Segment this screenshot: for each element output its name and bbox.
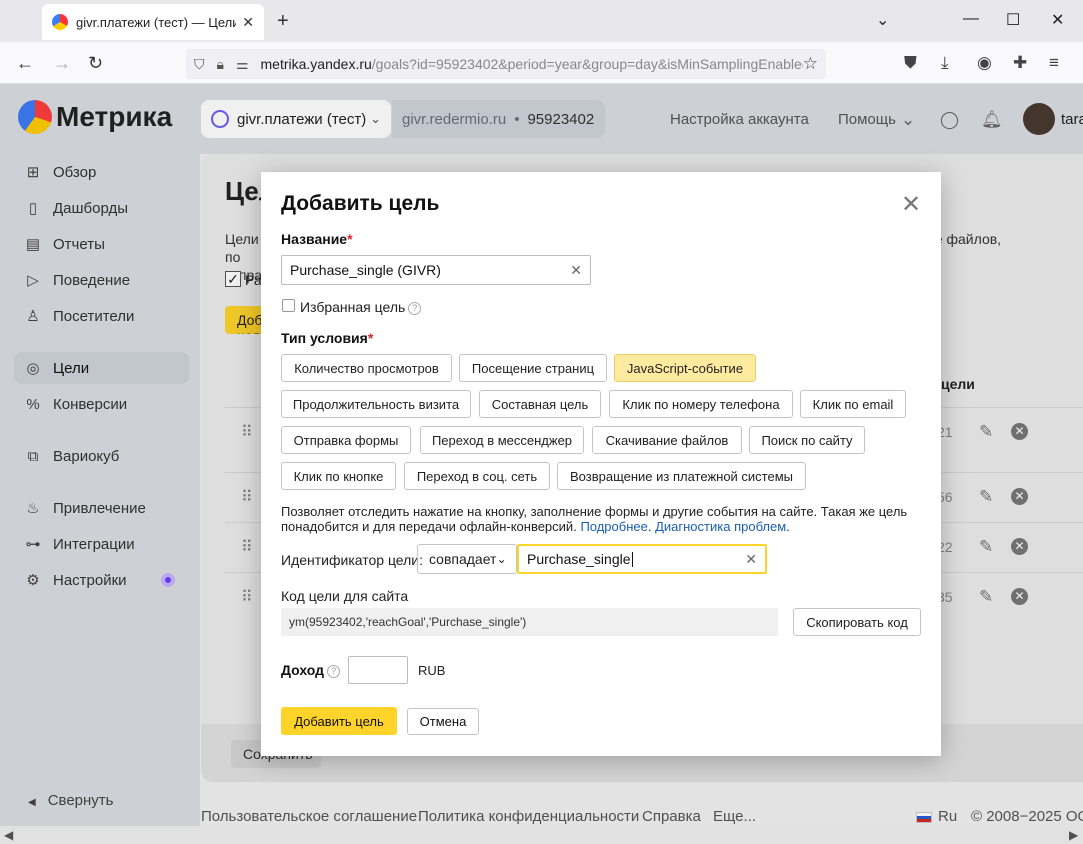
add-goal-dialog: Добавить цель ✕ Название* Purchase_singl… (261, 172, 941, 756)
cancel-button[interactable]: Отмена (407, 708, 479, 735)
browser-tab-bar: givr.платежи (тест) — Цели — Яндекс Метр… (0, 0, 1083, 42)
condition-pageviews-button[interactable]: Количество просмотров (281, 354, 452, 382)
pocket-icon[interactable]: ⛊ (904, 53, 917, 73)
url-text[interactable]: metrika.yandex.ru/goals?id=95923402&peri… (261, 56, 803, 72)
condition-type-label: Тип условия* (281, 330, 374, 346)
clear-icon[interactable]: ✕ (570, 262, 582, 279)
menu-icon[interactable]: ≡ (1049, 53, 1059, 73)
condition-email-click-button[interactable]: Клик по email (800, 390, 906, 418)
condition-composite-button[interactable]: Составная цель (479, 390, 601, 418)
more-info-link[interactable]: Подробнее (580, 519, 647, 534)
minimize-icon[interactable]: — (963, 10, 979, 28)
match-type-select[interactable]: совпадает ⌄ (417, 544, 517, 574)
condition-button-click-button[interactable]: Клик по кнопке (281, 462, 396, 490)
tab-list-chevron-icon[interactable]: ⌄ (876, 10, 889, 30)
account-icon[interactable]: ◉ (977, 53, 992, 73)
condition-visit-duration-button[interactable]: Продолжительность визита (281, 390, 471, 418)
match-type-value: совпадает (429, 551, 497, 567)
help-text: Позволяет отследить нажатие на кнопку, з… (281, 504, 908, 534)
favorite-checkbox[interactable] (282, 299, 295, 312)
tab-close-icon[interactable]: ✕ (242, 14, 254, 31)
site-settings-icon[interactable]: ⚌ (236, 56, 249, 73)
downloads-icon[interactable]: ⤓ (941, 53, 949, 73)
income-label: Доход? (281, 662, 341, 678)
condition-messenger-button[interactable]: Переход в мессенджер (420, 426, 584, 454)
condition-phone-click-button[interactable]: Клик по номеру телефона (609, 390, 793, 418)
copy-code-button[interactable]: Скопировать код (793, 608, 921, 636)
condition-form-submit-button[interactable]: Отправка формы (281, 426, 411, 454)
tab-title: givr.платежи (тест) — Цели — Яндекс Метр… (76, 14, 237, 30)
browser-toolbar: ← → ↻ ⛉ 🔒︎ ⚌ metrika.yandex.ru/goals?id=… (0, 42, 1083, 84)
new-tab-icon[interactable]: + (277, 10, 289, 33)
goal-name-value: Purchase_single (GIVR) (290, 262, 441, 278)
condition-page-visit-button[interactable]: Посещение страниц (459, 354, 607, 382)
condition-social-button[interactable]: Переход в соц. сеть (404, 462, 550, 490)
favorite-label: Избранная цель? (300, 299, 422, 315)
forward-icon[interactable]: → (53, 53, 71, 74)
dialog-title: Добавить цель (281, 192, 440, 215)
maximize-icon[interactable]: ☐ (1006, 10, 1020, 30)
add-goal-button[interactable]: Добавить цель (281, 707, 397, 735)
browser-tab[interactable]: givr.платежи (тест) — Цели — Яндекс Метр… (42, 4, 264, 40)
help-icon[interactable]: ? (408, 301, 422, 315)
extensions-icon[interactable]: ✚ (1013, 53, 1027, 73)
condition-payment-return-button[interactable]: Возвращение из платежной системы (557, 462, 806, 490)
condition-site-search-button[interactable]: Поиск по сайту (749, 426, 865, 454)
condition-js-event-button[interactable]: JavaScript-событие (614, 354, 756, 382)
name-label: Название* (281, 231, 353, 247)
condition-downloads-button[interactable]: Скачивание файлов (592, 426, 742, 454)
help-icon[interactable]: ? (327, 664, 341, 678)
income-input[interactable] (348, 656, 408, 684)
window-close-icon[interactable]: ✕ (1051, 10, 1064, 30)
bookmark-star-icon[interactable]: ☆ (803, 54, 818, 74)
diagnostics-link[interactable]: Диагностика проблем (655, 519, 786, 534)
back-icon[interactable]: ← (16, 53, 34, 74)
clear-icon[interactable]: ✕ (745, 551, 757, 568)
site-code-label: Код цели для сайта (281, 588, 409, 604)
address-bar[interactable]: ⛉ 🔒︎ ⚌ metrika.yandex.ru/goals?id=959234… (186, 49, 826, 79)
goal-id-label: Идентификатор цели: (281, 552, 424, 568)
goal-name-input[interactable]: Purchase_single (GIVR) ✕ (281, 255, 591, 285)
close-icon[interactable]: ✕ (901, 190, 921, 219)
lock-icon[interactable]: 🔒︎ (217, 56, 224, 73)
chevron-down-icon: ⌄ (496, 552, 507, 566)
reload-icon[interactable]: ↻ (88, 53, 103, 74)
currency-label: RUB (418, 663, 446, 678)
goal-id-input[interactable]: Purchase_single ✕ (517, 544, 767, 574)
goal-id-value: Purchase_single (527, 551, 631, 567)
metrika-favicon-icon (52, 14, 68, 30)
shield-icon[interactable]: ⛉ (194, 56, 205, 73)
site-code-value[interactable]: ym(95923402,'reachGoal','Purchase_single… (281, 608, 778, 636)
text-cursor (631, 551, 633, 567)
